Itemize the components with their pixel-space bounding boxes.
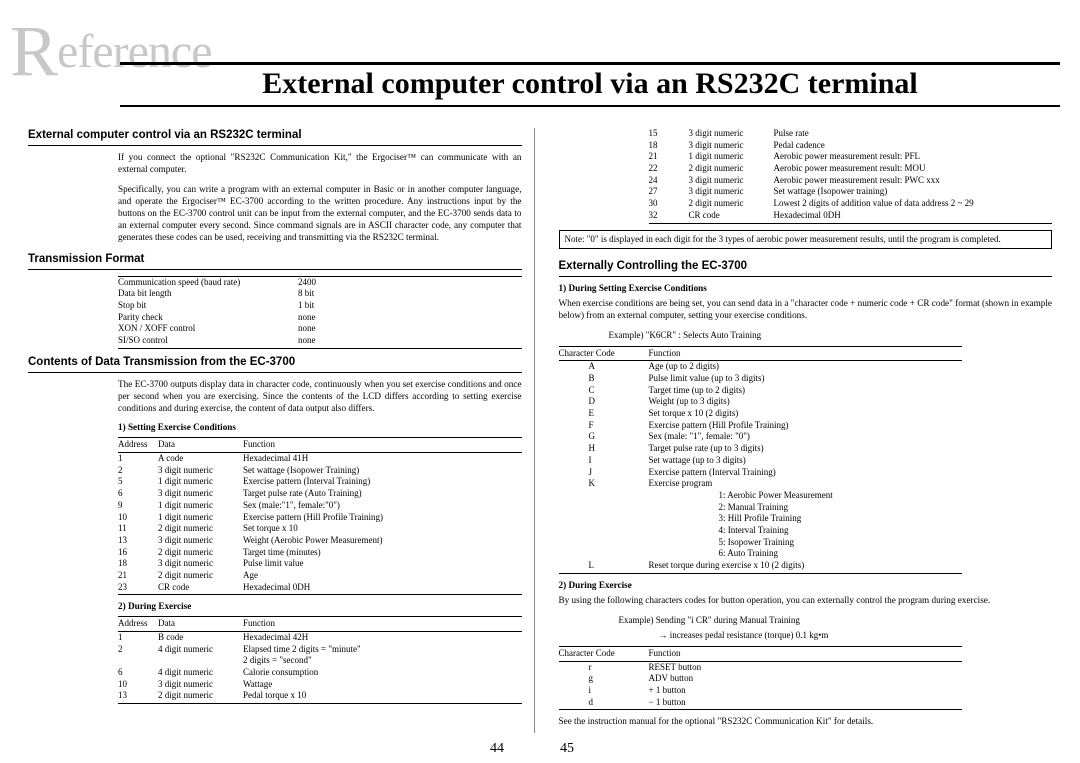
table-row: 103 digit numericWattage [118, 679, 522, 691]
section-heading: Contents of Data Transmission from the E… [28, 355, 522, 373]
table-header: Data [158, 617, 243, 632]
page-number-left: 44 [490, 741, 504, 757]
during-exercise-table: AddressDataFunction 1B codeHexadecimal 4… [118, 616, 522, 704]
table-row: gADV button [559, 673, 963, 685]
table-row: 2 digits = "second" [118, 655, 522, 667]
table-row: 63 digit numericTarget pulse rate (Auto … [118, 488, 522, 500]
table-header: Function [243, 438, 522, 453]
table-row: 91 digit numericSex (male:"1", female:"0… [118, 500, 522, 512]
table-row: BPulse limit value (up to 3 digits) [559, 373, 963, 385]
table-row: XON / XOFF controlnone [118, 323, 522, 335]
sub-heading: 1) Setting Exercise Conditions [118, 422, 522, 434]
table-row: Parity checknone [118, 312, 522, 324]
table-row: 222 digit numericAerobic power measureme… [649, 163, 1053, 175]
table-row: 243 digit numericAerobic power measureme… [649, 175, 1053, 187]
setting-conditions-table: AddressDataFunction 1A codeHexadecimal 4… [118, 437, 522, 595]
table-row: 23 digit numericSet wattage (Isopower Tr… [118, 465, 522, 477]
example-text: → increases pedal resistance (torque) 0.… [659, 630, 1053, 642]
table-row: 153 digit numericPulse rate [649, 128, 1053, 140]
table-row: 3: Hill Profile Training [559, 513, 963, 525]
sub-heading: 2) During Exercise [559, 580, 1053, 592]
table-row: 23CR codeHexadecimal 0DH [118, 582, 522, 595]
table-row: rRESET button [559, 661, 963, 673]
table-row: 273 digit numericSet wattage (Isopower t… [649, 186, 1053, 198]
table-row: 1B codeHexadecimal 42H [118, 632, 522, 644]
intro-para-2: Specifically, you can write a program wi… [118, 184, 522, 244]
table-header: Address [118, 438, 158, 453]
table-row: Communication speed (baud rate)2400 [118, 276, 522, 288]
table-row: 1A codeHexadecimal 41H [118, 453, 522, 465]
page-number-right: 45 [560, 741, 574, 757]
table-row: 2: Manual Training [559, 502, 963, 514]
ext-control-para: When exercise conditions are being set, … [559, 298, 1053, 322]
contents-para: The EC-3700 outputs display data in char… [118, 379, 522, 415]
table-header: Address [118, 617, 158, 632]
table-row: ISet wattage (up to 3 digits) [559, 455, 963, 467]
table-row: 101 digit numericExercise pattern (Hill … [118, 512, 522, 524]
character-code-table: Character CodeFunction AAge (up to 2 dig… [559, 346, 963, 574]
table-row: Stop bit1 bit [118, 300, 522, 312]
table-header: Function [243, 617, 522, 632]
button-code-table: Character CodeFunction rRESET buttongADV… [559, 646, 963, 710]
table-header: Character Code [559, 346, 649, 361]
example-text: Example) Sending "i CR" during Manual Tr… [619, 615, 1053, 627]
sub-heading: 1) During Setting Exercise Conditions [559, 283, 1053, 295]
table-row: d− 1 button [559, 697, 963, 710]
table-header: Character Code [559, 647, 649, 662]
during-ex-para: By using the following characters codes … [559, 595, 1053, 607]
table-row: 162 digit numericTarget time (minutes) [118, 547, 522, 559]
table-row: 1: Aerobic Power Measurement [559, 490, 963, 502]
table-row: FExercise pattern (Hill Profile Training… [559, 420, 963, 432]
table-row: JExercise pattern (Interval Training) [559, 467, 963, 479]
table-header: Data [158, 438, 243, 453]
table-row: AAge (up to 2 digits) [559, 361, 963, 373]
table-row: ESet torque x 10 (2 digits) [559, 408, 963, 420]
footer-para: See the instruction manual for the optio… [559, 716, 1053, 728]
page-body: External computer control via an RS232C … [28, 128, 1052, 733]
table-row: 51 digit numericExercise pattern (Interv… [118, 476, 522, 488]
table-row: HTarget pulse rate (up to 3 digits) [559, 443, 963, 455]
table-row: 132 digit numericPedal torque x 10 [118, 690, 522, 703]
right-column: 153 digit numericPulse rate183 digit num… [559, 128, 1053, 733]
table-row: 133 digit numericWeight (Aerobic Power M… [118, 535, 522, 547]
table-row: 4: Interval Training [559, 525, 963, 537]
page-title: External computer control via an RS232C … [120, 62, 1060, 107]
table-row: Data bit length8 bit [118, 288, 522, 300]
left-column: External computer control via an RS232C … [28, 128, 535, 733]
table-row: 24 digit numericElapsed time 2 digits = … [118, 644, 522, 656]
table-row: 32CR codeHexadecimal 0DH [649, 210, 1053, 223]
table-row: LReset torque during exercise x 10 (2 di… [559, 560, 963, 573]
section-heading: Externally Controlling the EC-3700 [559, 259, 1053, 277]
section-heading: Transmission Format [28, 252, 522, 270]
table-row: KExercise program [559, 478, 963, 490]
table-row: 112 digit numericSet torque x 10 [118, 523, 522, 535]
table-row: 183 digit numericPulse limit value [118, 558, 522, 570]
sub-heading: 2) During Exercise [118, 601, 522, 613]
table-row: 302 digit numericLowest 2 digits of addi… [649, 198, 1053, 210]
during-exercise-cont-table: 153 digit numericPulse rate183 digit num… [649, 128, 1053, 224]
table-row: GSex (male: "1", female: "0") [559, 431, 963, 443]
transmission-format-table: Communication speed (baud rate)2400Data … [118, 276, 522, 349]
table-row: 6: Auto Training [559, 548, 963, 560]
note-box: Note: "0" is displayed in each digit for… [559, 230, 1053, 250]
table-row: 64 digit numericCalorie consumption [118, 667, 522, 679]
table-row: CTarget time (up to 2 digits) [559, 385, 963, 397]
table-row: 212 digit numericAge [118, 570, 522, 582]
table-row: 183 digit numericPedal cadence [649, 140, 1053, 152]
table-row: 5: Isopower Training [559, 537, 963, 549]
table-row: DWeight (up to 3 digits) [559, 396, 963, 408]
section-heading: External computer control via an RS232C … [28, 128, 522, 146]
example-text: Example) "K6CR" : Selects Auto Training [609, 330, 1053, 342]
table-row: SI/SO controlnone [118, 335, 522, 348]
table-header: Function [649, 346, 963, 361]
intro-para-1: If you connect the optional "RS232C Comm… [118, 152, 522, 176]
table-row: i+ 1 button [559, 685, 963, 697]
table-row: 211 digit numericAerobic power measureme… [649, 151, 1053, 163]
table-header: Function [649, 647, 963, 662]
